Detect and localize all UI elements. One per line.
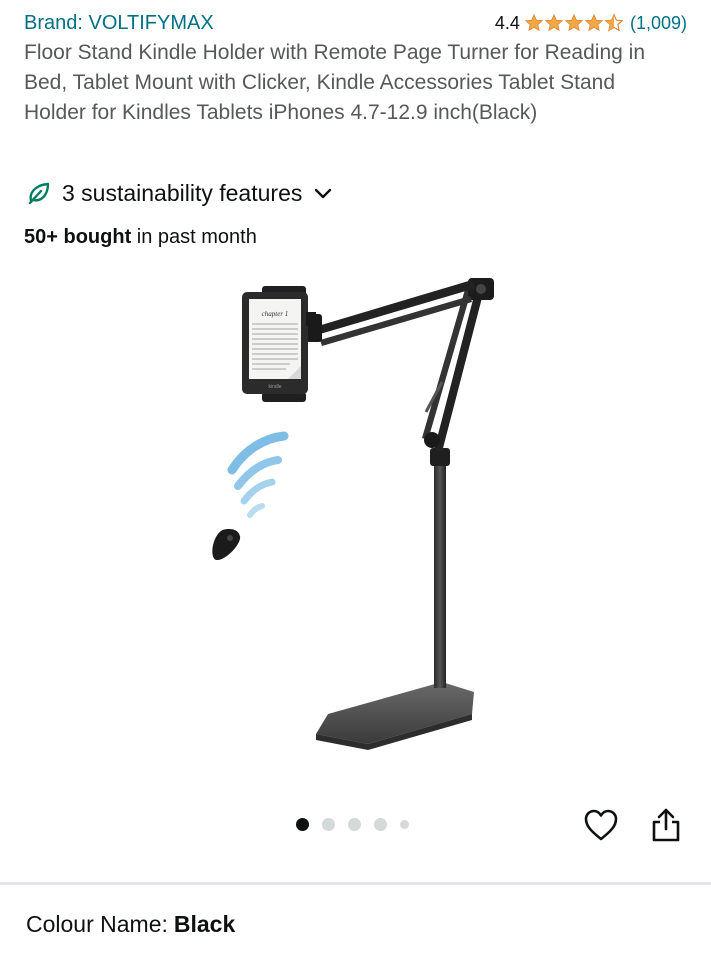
purchase-count: 50+ bought in past month <box>24 226 257 249</box>
wishlist-button[interactable] <box>581 804 621 846</box>
carousel-dot[interactable] <box>400 819 409 829</box>
star-icon <box>584 13 604 32</box>
product-image[interactable]: chapter 1 kindle <box>150 262 570 762</box>
rating-value: 4.4 <box>494 12 520 33</box>
brand-link[interactable]: Brand: VOLTIFYMAX <box>24 12 214 35</box>
carousel-dot-active[interactable] <box>296 817 309 831</box>
bought-suffix: in past month <box>131 226 257 248</box>
ereader-brand: kindle <box>268 384 281 390</box>
sustainability-label: 3 sustainability features <box>62 179 303 206</box>
carousel-dot[interactable] <box>374 817 387 831</box>
image-carousel-dots[interactable] <box>296 816 422 832</box>
star-icon <box>524 13 544 32</box>
star-icon <box>564 13 584 32</box>
star-rating <box>524 13 624 33</box>
carousel-dot[interactable] <box>348 817 361 831</box>
colour-value: Black <box>173 911 236 937</box>
sustainability-features-toggle[interactable]: 3 sustainability features <box>26 176 334 210</box>
stand-base <box>316 682 474 750</box>
carousel-dot[interactable] <box>322 817 335 831</box>
tablet-holder: chapter 1 kindle <box>242 286 316 402</box>
product-title: Floor Stand Kindle Holder with Remote Pa… <box>24 41 645 124</box>
brand-rating-row: Brand: VOLTIFYMAX 4.4 (1,009) <box>24 8 687 38</box>
wireless-signal-icon <box>227 431 289 518</box>
colour-selection: Colour Name: Black <box>26 911 235 938</box>
upper-arm <box>306 280 476 346</box>
share-button[interactable] <box>646 804 686 846</box>
heart-icon <box>584 809 618 841</box>
ereader-chapter-text: chapter 1 <box>262 310 289 318</box>
rating-summary[interactable]: 4.4 (1,009) <box>495 13 687 34</box>
product-page: Brand: VOLTIFYMAX 4.4 (1,009) Floor Stan… <box>0 0 711 960</box>
colour-label: Colour Name: <box>26 911 168 937</box>
star-icon <box>544 13 564 32</box>
bought-count: 50+ bought <box>24 226 132 248</box>
section-divider <box>0 882 711 885</box>
stand-pole <box>434 458 446 688</box>
share-icon <box>652 808 680 842</box>
leaf-icon <box>28 182 50 205</box>
chevron-down-icon <box>315 188 332 199</box>
half-star-icon <box>604 13 624 32</box>
rating-count[interactable]: (1,009) <box>630 13 687 34</box>
remote-clicker <box>212 529 241 561</box>
